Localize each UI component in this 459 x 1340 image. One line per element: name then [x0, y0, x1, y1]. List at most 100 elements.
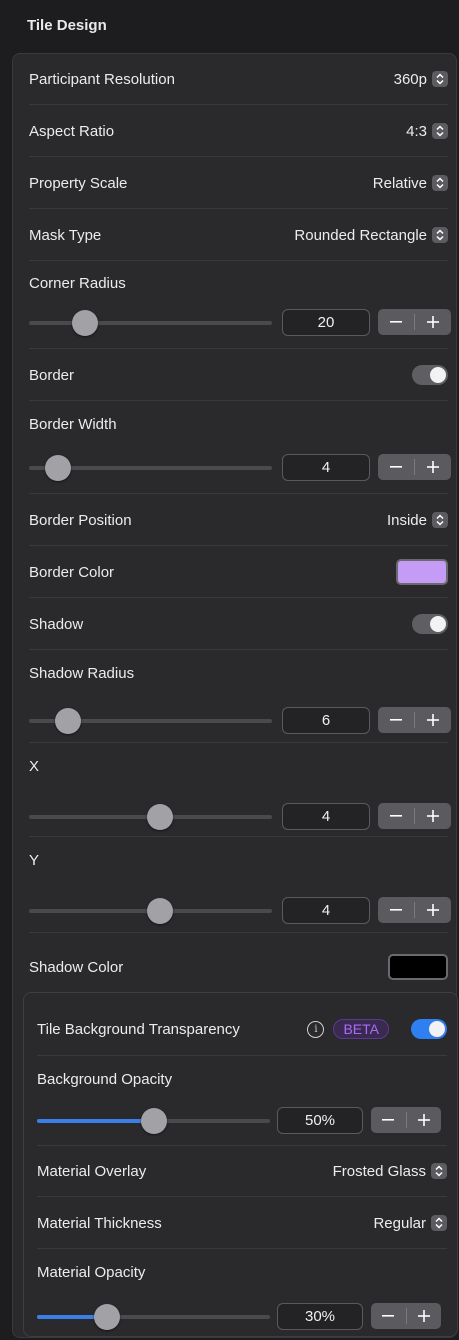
y-offset-stepper[interactable]: [378, 897, 451, 923]
transparency-controls: i BETA: [307, 1019, 447, 1039]
shadow-radius-input[interactable]: 6: [282, 707, 370, 734]
border-position-select[interactable]: Inside: [387, 512, 448, 529]
chevron-updown-icon: [432, 175, 448, 191]
border-color-row: Border Color: [29, 547, 448, 598]
minus-button[interactable]: [378, 897, 414, 923]
chevron-updown-icon: [432, 227, 448, 243]
slider-knob[interactable]: [72, 310, 98, 336]
material-opacity-label: Material Opacity: [37, 1264, 146, 1281]
minus-button[interactable]: [378, 454, 414, 480]
material-opacity-input[interactable]: 30%: [277, 1303, 363, 1330]
minus-button[interactable]: [378, 803, 414, 829]
chevron-updown-icon: [432, 71, 448, 87]
slider-knob[interactable]: [147, 898, 173, 924]
transparency-label: Tile Background Transparency: [37, 1020, 240, 1038]
material-overlay-row: Material Overlay Frosted Glass: [37, 1146, 447, 1197]
mask-type-select[interactable]: Rounded Rectangle: [294, 227, 448, 244]
corner-radius-slider[interactable]: [29, 310, 272, 336]
border-position-value: Inside: [386, 511, 427, 529]
material-thickness-label: Material Thickness: [37, 1214, 162, 1232]
shadow-radius-slider[interactable]: [29, 708, 272, 734]
border-label: Border: [29, 366, 75, 384]
plus-button[interactable]: [415, 707, 451, 733]
slider-knob[interactable]: [45, 455, 71, 481]
x-offset-slider[interactable]: [29, 804, 272, 830]
aspect-ratio-label: Aspect Ratio: [29, 122, 115, 140]
border-width-slider[interactable]: [29, 455, 272, 481]
slider-knob[interactable]: [141, 1108, 167, 1134]
slider-fill: [37, 1119, 154, 1123]
border-width-label: Border Width: [29, 416, 117, 433]
property-scale-label: Property Scale: [29, 174, 128, 192]
background-opacity-input[interactable]: 50%: [277, 1107, 363, 1134]
toggle-knob: [429, 1021, 445, 1037]
background-opacity-stepper[interactable]: [371, 1107, 441, 1133]
shadow-toggle[interactable]: [412, 614, 448, 634]
shadow-row: Shadow: [29, 599, 448, 650]
chevron-updown-icon: [431, 1163, 447, 1179]
material-opacity-row: Material Opacity 30%: [37, 1250, 447, 1336]
slider-knob[interactable]: [147, 804, 173, 830]
background-opacity-row: Background Opacity 50%: [37, 1057, 447, 1146]
transparency-subpanel: Tile Background Transparency i BETA Back…: [23, 992, 458, 1337]
border-width-stepper[interactable]: [378, 454, 451, 480]
shadow-radius-label: Shadow Radius: [29, 665, 135, 682]
material-overlay-select[interactable]: Frosted Glass: [333, 1163, 447, 1180]
section-header: Tile Design: [0, 0, 459, 52]
material-thickness-select[interactable]: Regular: [373, 1215, 447, 1232]
material-opacity-stepper[interactable]: [371, 1303, 441, 1329]
info-icon[interactable]: i: [307, 1020, 325, 1038]
toggle-knob: [430, 616, 446, 632]
aspect-ratio-row: Aspect Ratio 4:3: [29, 106, 448, 157]
shadow-color-label: Shadow Color: [29, 958, 124, 976]
material-opacity-slider[interactable]: [37, 1304, 270, 1330]
participant-resolution-value: 360p: [393, 70, 427, 88]
background-opacity-slider[interactable]: [37, 1108, 270, 1134]
shadow-label: Shadow: [29, 615, 84, 633]
border-color-label: Border Color: [29, 563, 115, 581]
minus-button[interactable]: [378, 309, 414, 335]
participant-resolution-row: Participant Resolution 360p: [29, 54, 448, 105]
border-width-input[interactable]: 4: [282, 454, 370, 481]
minus-button[interactable]: [371, 1107, 406, 1133]
border-position-row: Border Position Inside: [29, 495, 448, 546]
corner-radius-stepper[interactable]: [378, 309, 451, 335]
corner-radius-label: Corner Radius: [29, 275, 126, 292]
minus-button[interactable]: [378, 707, 414, 733]
transparency-row: Tile Background Transparency i BETA: [37, 1003, 447, 1056]
y-offset-input[interactable]: 4: [282, 897, 370, 924]
section-title: Tile Design: [27, 17, 107, 34]
mask-type-label: Mask Type: [29, 226, 102, 244]
border-toggle[interactable]: [412, 365, 448, 385]
shadow-color-row: Shadow Color: [29, 942, 448, 992]
border-color-swatch[interactable]: [396, 559, 448, 585]
plus-button[interactable]: [407, 1107, 442, 1133]
slider-knob[interactable]: [94, 1304, 120, 1330]
chevron-updown-icon: [432, 123, 448, 139]
plus-button[interactable]: [415, 454, 451, 480]
property-scale-select[interactable]: Relative: [373, 175, 448, 192]
material-overlay-value: Frosted Glass: [332, 1162, 426, 1180]
chevron-updown-icon: [431, 1215, 447, 1231]
participant-resolution-select[interactable]: 360p: [394, 71, 448, 88]
corner-radius-input[interactable]: 20: [282, 309, 370, 336]
y-offset-row: Y 4: [29, 838, 451, 933]
corner-radius-row: Corner Radius 20: [29, 261, 451, 349]
plus-button[interactable]: [415, 803, 451, 829]
shadow-color-swatch[interactable]: [388, 954, 448, 980]
x-offset-stepper[interactable]: [378, 803, 451, 829]
shadow-radius-stepper[interactable]: [378, 707, 451, 733]
participant-resolution-label: Participant Resolution: [29, 70, 175, 88]
plus-button[interactable]: [415, 897, 451, 923]
material-thickness-value: Regular: [373, 1214, 426, 1232]
aspect-ratio-select[interactable]: 4:3: [406, 123, 448, 140]
background-opacity-label: Background Opacity: [37, 1071, 173, 1088]
minus-button[interactable]: [371, 1303, 406, 1329]
plus-button[interactable]: [415, 309, 451, 335]
material-thickness-row: Material Thickness Regular: [37, 1198, 447, 1249]
transparency-toggle[interactable]: [411, 1019, 447, 1039]
x-offset-input[interactable]: 4: [282, 803, 370, 830]
plus-button[interactable]: [407, 1303, 442, 1329]
slider-knob[interactable]: [55, 708, 81, 734]
y-offset-slider[interactable]: [29, 898, 272, 924]
